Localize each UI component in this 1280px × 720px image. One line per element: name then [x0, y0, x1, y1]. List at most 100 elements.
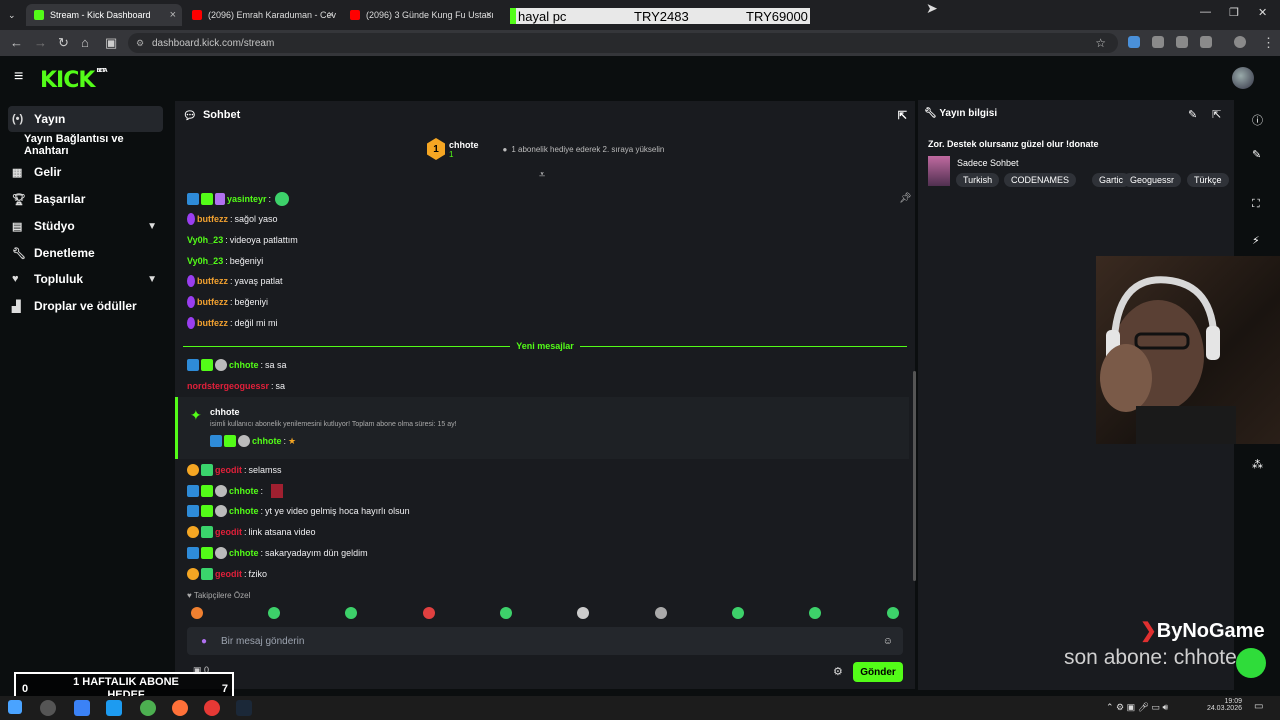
- minimize-icon[interactable]: —: [1200, 6, 1211, 18]
- lightning-icon[interactable]: ⚡︎: [1252, 234, 1260, 247]
- kick-logo[interactable]: KICK BETA: [40, 68, 108, 93]
- emote-icon[interactable]: [500, 607, 512, 619]
- hamburger-menu-icon[interactable]: ≡: [14, 68, 23, 86]
- popout-icon[interactable]: ⇱: [898, 109, 907, 122]
- chat-username[interactable]: Vy0h_23: [187, 256, 223, 266]
- chat-username[interactable]: nordstergeoguessr: [187, 381, 269, 391]
- url-field[interactable]: ⚙ dashboard.kick.com/stream ☆: [128, 33, 1118, 53]
- close-tab-icon[interactable]: ×: [328, 9, 334, 21]
- emoji-picker-icon[interactable]: ☺: [883, 636, 893, 647]
- sidebar-item-gelir[interactable]: ▦ Gelir: [8, 159, 163, 185]
- sidebar-item-yayin[interactable]: (•) Yayın: [8, 106, 163, 132]
- youtube-favicon-icon: [192, 10, 202, 20]
- chat-username[interactable]: butfezz: [197, 318, 228, 328]
- chat-username[interactable]: butfezz: [197, 276, 228, 286]
- tab-youtube-2[interactable]: (2096) 3 Günde Kung Fu Ustası ×: [342, 4, 498, 26]
- mic-icon[interactable]: ●: [201, 636, 207, 647]
- emote-icon[interactable]: [268, 607, 280, 619]
- chat-settings-icon[interactable]: ⚙: [833, 665, 843, 678]
- chat-username[interactable]: chhote: [252, 436, 282, 446]
- extension-icon[interactable]: [1176, 36, 1188, 48]
- chevron-down-icon[interactable]: ▼: [147, 221, 157, 232]
- chat-username[interactable]: geodit: [215, 465, 242, 475]
- firefox-icon[interactable]: [172, 700, 188, 716]
- steam-icon[interactable]: [236, 700, 252, 716]
- split-view-icon[interactable]: ▣: [105, 35, 117, 51]
- chat-username[interactable]: chhote: [229, 548, 259, 558]
- start-icon[interactable]: [8, 700, 22, 714]
- emote-icon[interactable]: [423, 607, 435, 619]
- profile-icon[interactable]: [1234, 36, 1246, 48]
- site-info-icon[interactable]: ⚙: [136, 38, 144, 49]
- tab-search-button[interactable]: ⌄: [4, 7, 22, 23]
- emote-icon[interactable]: [345, 607, 357, 619]
- chat-username[interactable]: geodit: [215, 569, 242, 579]
- system-tray-icons[interactable]: ⌃ ⚙ ▣ 🎤︎ ▭ 🔊︎: [1106, 702, 1168, 713]
- notification-icon[interactable]: ▭: [1254, 701, 1263, 712]
- obs-icon[interactable]: [204, 700, 220, 716]
- app-icon[interactable]: [74, 700, 90, 716]
- emote-icon[interactable]: [887, 607, 899, 619]
- close-tab-icon[interactable]: ×: [170, 9, 176, 21]
- chat-username[interactable]: butfezz: [197, 214, 228, 224]
- chevron-down-icon[interactable]: ▼: [147, 274, 157, 285]
- pencil-icon[interactable]: ✎: [1252, 148, 1261, 161]
- home-icon[interactable]: ⌂: [81, 35, 89, 50]
- extension-icon[interactable]: [1152, 36, 1164, 48]
- tab-youtube-1[interactable]: (2096) Emrah Karaduman - Cev ×: [184, 4, 340, 26]
- chat-username[interactable]: chhote: [229, 506, 259, 516]
- extension-icon[interactable]: [1128, 36, 1140, 48]
- emote-icon[interactable]: [732, 607, 744, 619]
- category-name[interactable]: Sadece Sohbet: [957, 158, 1019, 168]
- maximize-icon[interactable]: ❐: [1229, 6, 1239, 19]
- sidebar-item-droplar[interactable]: ▟ Droplar ve ödüller: [8, 293, 163, 319]
- sidebar-item-stream-key[interactable]: Yayın Bağlantısı ve Anahtarı: [20, 132, 170, 158]
- back-icon[interactable]: ←: [10, 35, 23, 50]
- emote-icon[interactable]: [809, 607, 821, 619]
- user-avatar[interactable]: [1232, 67, 1254, 89]
- sub-notice-user[interactable]: chhote: [210, 407, 240, 417]
- sidebar-item-basarilar[interactable]: 🏆︎ Başarılar: [8, 186, 163, 212]
- reload-icon[interactable]: ↻: [58, 35, 69, 51]
- chat-username[interactable]: Vy0h_23: [187, 235, 223, 245]
- fullscreen-icon[interactable]: ⛶: [1252, 198, 1260, 211]
- menu-dots-icon[interactable]: ⋮: [1262, 35, 1275, 51]
- collapse-icon[interactable]: ⩡: [539, 169, 545, 182]
- chat-username[interactable]: geodit: [215, 527, 242, 537]
- send-button[interactable]: Gönder: [853, 662, 903, 682]
- tag-pill[interactable]: Turkish: [956, 173, 1000, 187]
- emote-icon[interactable]: [655, 607, 667, 619]
- top-gifter-name[interactable]: chhote: [449, 140, 479, 150]
- forward-icon[interactable]: →: [34, 35, 47, 50]
- chat-scrollbar[interactable]: [913, 371, 916, 581]
- chat-message-input[interactable]: ● Bir mesaj gönderin ☺: [187, 627, 903, 655]
- chat-username[interactable]: yasinteyr: [227, 194, 267, 204]
- emote-icon[interactable]: [577, 607, 589, 619]
- close-window-icon[interactable]: ✕: [1258, 6, 1267, 19]
- info-icon[interactable]: ⓘ: [1252, 112, 1263, 128]
- popout-icon[interactable]: ⇱: [1212, 108, 1221, 121]
- sidebar-item-topluluk[interactable]: ♥ Topluluk ▼: [8, 266, 163, 292]
- sidebar-item-studyo[interactable]: ▤ Stüdyo ▼: [8, 213, 163, 239]
- app-icon[interactable]: [106, 700, 122, 716]
- tag-pill[interactable]: Geoguessr: [1123, 173, 1182, 187]
- close-tab-icon[interactable]: ×: [486, 9, 492, 21]
- sidebar-item-denetleme[interactable]: 🔧︎ Denetleme: [8, 240, 163, 266]
- extensions-puzzle-icon[interactable]: [1200, 36, 1212, 48]
- bookmark-star-icon[interactable]: ☆: [1095, 36, 1106, 50]
- search-icon[interactable]: [40, 700, 56, 716]
- edit-icon[interactable]: ✎: [1188, 108, 1197, 121]
- share-icon[interactable]: ⁂: [1252, 458, 1263, 471]
- tab-kick-dashboard[interactable]: Stream - Kick Dashboard ×: [26, 4, 182, 26]
- pin-icon[interactable]: 📌︎: [899, 193, 912, 204]
- clock[interactable]: 19:09 24.03.2026: [1204, 698, 1242, 712]
- tag-pill[interactable]: Türkçe: [1187, 173, 1229, 187]
- tag-pill[interactable]: CODENAMES: [1004, 173, 1077, 187]
- chat-username[interactable]: chhote: [229, 360, 259, 370]
- chrome-icon[interactable]: [140, 700, 156, 716]
- chat-username[interactable]: chhote: [229, 486, 259, 496]
- chat-username[interactable]: butfezz: [197, 297, 228, 307]
- emote-icon[interactable]: [191, 607, 203, 619]
- kick-assistant-icon[interactable]: [1236, 648, 1266, 678]
- category-thumbnail[interactable]: [928, 156, 950, 186]
